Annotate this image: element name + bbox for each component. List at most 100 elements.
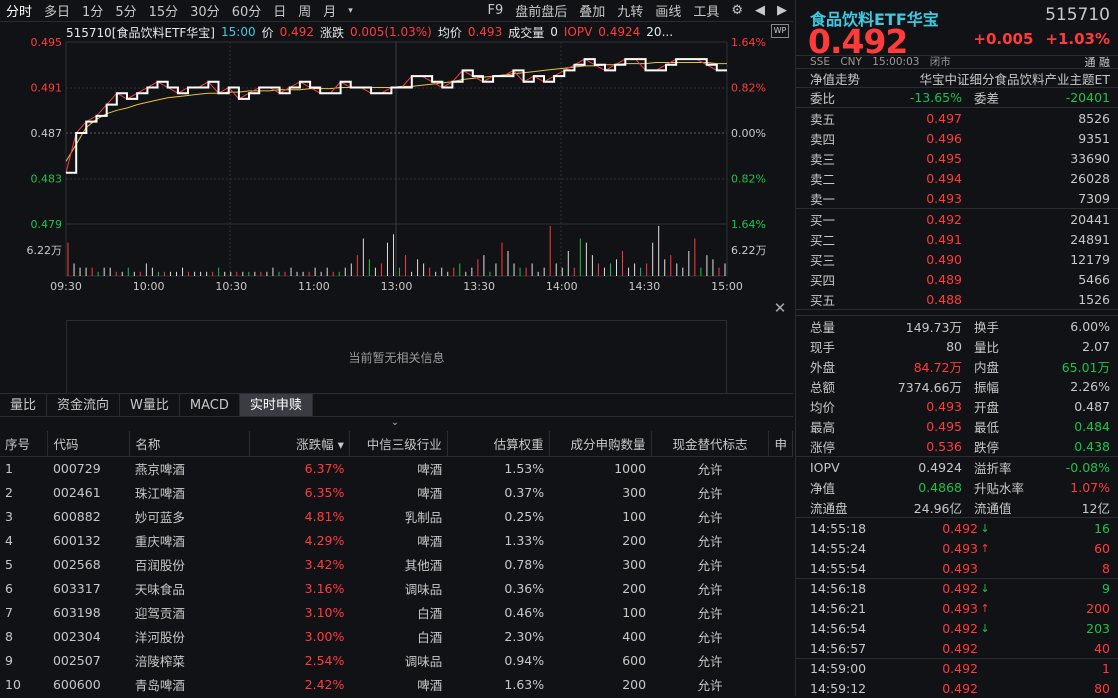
tick-list[interactable]: 14:55:18 0.492 ↓ 16 14:55:24 0.493 ↑ 60 14:55:54… [796,518,1118,698]
table-row[interactable]: 10 600600 青岛啤酒 2.42% 啤酒 1.63% 200 允许 [0,672,793,696]
row-cash-sub: 允许 [697,485,723,501]
table-row[interactable]: 4 600132 重庆啤酒 4.29% 啤酒 1.33% 200 允许 [0,528,793,552]
tab-5min[interactable]: 5分 [109,1,142,20]
row-industry: 啤酒 [417,677,443,693]
bid-level[interactable]: 买四 0.489 5466 [796,269,1118,289]
tick-price: 0.493 [942,560,978,576]
table-row[interactable]: 1 000729 燕京啤酒 6.37% 啤酒 1.53% 1000 允许 [0,456,793,480]
bid-level[interactable]: 买五 0.488 1526 [796,289,1118,309]
tools-button[interactable]: 工具 [687,1,725,20]
tick-price: 0.492 [942,620,978,636]
stat-label: 净值 [810,480,836,496]
col-index[interactable]: 序号 [0,431,49,457]
tab-macd[interactable]: MACD [180,394,240,416]
col-quantity[interactable]: 成分申购数量 [549,431,652,457]
table-row[interactable]: 6 603317 天味食品 3.16% 调味品 0.36% 200 允许 [0,576,793,600]
settings-gear-icon[interactable]: ⚙ [725,3,749,18]
tab-fund-flow[interactable]: 资金流向 [47,394,121,416]
tab-1min[interactable]: 1分 [76,1,109,20]
ask-level[interactable]: 卖一 0.493 7309 [796,188,1118,208]
tick-price: 0.492 [942,680,978,696]
table-row[interactable]: 9 002507 涪陵榨菜 2.54% 调味品 0.94% 600 允许 [0,648,793,672]
margin-flags: 通 融 [1084,56,1111,69]
level-price: 0.493 [926,190,962,206]
tick-row: 14:56:54 0.492 ↓ 203 [796,618,1118,638]
level-label: 买五 [810,292,836,308]
ask-level[interactable]: 卖四 0.496 9351 [796,128,1118,148]
tab-day[interactable]: 日 [267,1,292,20]
level-label: 买四 [810,272,836,288]
tab-60min[interactable]: 60分 [226,1,268,20]
col-more[interactable]: 申 [768,431,793,457]
tab-multiday[interactable]: 多日 [38,1,76,20]
row-quantity: 100 [622,604,647,620]
row-cash-sub: 允许 [697,461,723,477]
nav-trend-link[interactable]: 净值走势 [810,69,860,88]
row-name: 燕京啤酒 [134,461,185,477]
prev-arrow-icon[interactable]: ◀ [749,3,771,18]
bid-level[interactable]: 买一 0.492 20441 [796,209,1118,229]
empty-message: 当前暂无相关信息 [348,350,445,365]
table-row[interactable]: 2 002461 珠江啤酒 6.35% 啤酒 0.37% 300 允许 [0,480,793,504]
intraday-chart[interactable]: 0.495 1.64% 0.491 0.82% 0.487 0.00% 0.483 0.82%… [0,22,793,318]
tick-row: 14:56:18 0.492 ↓ 9 [796,578,1118,598]
expand-icon[interactable]: ⌄ [388,417,402,429]
tab-30min[interactable]: 30分 [184,1,226,20]
stat-label: 总量 [810,319,836,335]
bid-level[interactable]: 买二 0.491 24891 [796,229,1118,249]
col-name[interactable]: 名称 [129,431,251,457]
ask-level[interactable]: 卖二 0.494 26028 [796,168,1118,188]
tab-realtime-creation[interactable]: 实时申赎 [239,394,313,416]
ask-level[interactable]: 卖五 0.497 8526 [796,108,1118,128]
row-index: 5 [5,556,13,572]
col-industry[interactable]: 中信三级行业 [349,431,448,457]
table-row[interactable]: 7 603198 迎驾贡酒 3.10% 白酒 0.46% 100 允许 [0,600,793,624]
close-icon[interactable]: ✕ [772,300,788,316]
tab-volume-ratio[interactable]: 量比 [0,394,48,416]
level-volume: 12179 [1070,251,1110,267]
nav-trend-row[interactable]: 净值走势 华宝中证细分食品饮料产业主题ET [796,68,1118,88]
tab-week[interactable]: 周 [292,1,317,20]
arrow-down-icon: ↓ [980,621,990,635]
table-row[interactable]: 3 600882 妙可蓝多 4.81% 乳制品 0.25% 100 允许 [0,504,793,528]
f9-button[interactable]: F9 [482,3,510,18]
stat-row: 涨停 0.536 跌停 0.438 [796,436,1118,456]
quote-panel: 食品饮料ETF华宝 515710 0.492 +0.005 +1.03% SSE … [795,0,1118,696]
tick-time: 14:55:18 [810,520,867,536]
table-row[interactable]: 8 002304 洋河股份 3.00% 白酒 2.30% 400 允许 [0,624,793,648]
tab-w-volume-ratio[interactable]: W量比 [120,394,180,416]
period-dropdown-icon[interactable]: ▾ [342,6,359,16]
tab-month[interactable]: 月 [317,1,342,20]
row-cash-sub: 允许 [697,653,723,669]
draw-line-button[interactable]: 画线 [649,1,687,20]
row-quantity: 200 [622,532,647,548]
stat-row: 最高 0.495 最低 0.484 [796,416,1118,436]
stats-block: 总量 149.73万 换手 6.00% 现手 80 量比 2.07 外盘 84.72万 内盘 65.0… [796,316,1118,457]
exchange: SSE [810,56,830,68]
y-tick-label: 0.487 [31,127,63,140]
bid-level[interactable]: 买三 0.490 12179 [796,249,1118,269]
tick-volume: 80 [1094,680,1110,696]
stat-value: 2.26% [1070,378,1110,394]
row-change: 3.42% [304,556,345,572]
next-arrow-icon[interactable]: ▶ [771,3,793,18]
col-cash-sub[interactable]: 现金替代标志 [651,431,770,457]
tick-row: 14:55:54 0.493 8 [796,558,1118,578]
col-change-pct[interactable]: 涨跌幅 ▾ [249,431,350,457]
overlay-button[interactable]: 叠加 [573,1,611,20]
level-price: 0.497 [926,110,962,126]
stat-value: 0.484 [1074,418,1110,434]
col-code[interactable]: 代码 [47,431,131,457]
ask-level[interactable]: 卖三 0.495 33690 [796,148,1118,168]
x-tick-label: 13:30 [463,280,495,293]
col-weight[interactable]: 估算权重 [447,431,550,457]
tab-intraday[interactable]: 分时 [0,1,38,20]
table-row[interactable]: 5 002568 百润股份 3.42% 其他酒 0.78% 300 允许 [0,552,793,576]
nine-turn-button[interactable]: 九转 [611,1,649,20]
bottom-tabs: 量比 资金流向 W量比 MACD 实时申赎 [0,393,793,417]
tab-15min[interactable]: 15分 [143,1,185,20]
row-cash-sub: 允许 [697,581,723,597]
row-extra [769,648,793,672]
pre-post-button[interactable]: 盘前盘后 [509,1,573,20]
x-tick-label: 14:30 [629,280,661,293]
